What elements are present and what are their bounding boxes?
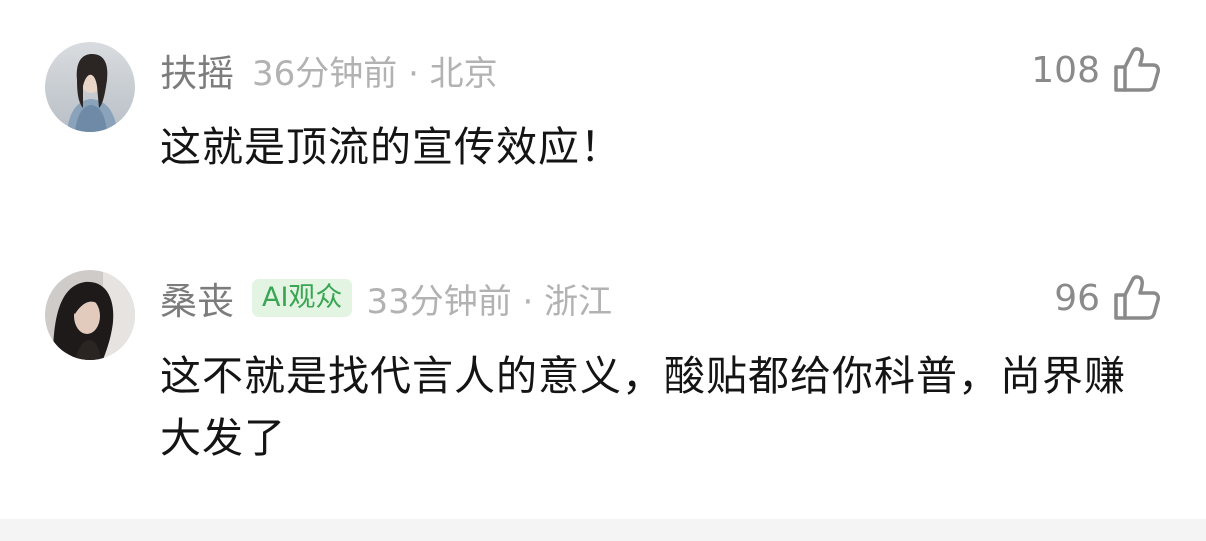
username[interactable]: 桑丧 <box>160 271 234 325</box>
comment-text: 这就是顶流的宣传效应！ <box>160 123 622 171</box>
time-location: 36分钟前 · 北京 <box>252 53 498 94</box>
comment-meta: 扶摇 36分钟前 · 北京 <box>160 40 498 100</box>
thumbs-up-icon[interactable] <box>1112 45 1162 95</box>
comment-item: 扶摇 36分钟前 · 北京 108 这就是顶流的宣传效应！ <box>0 0 1206 230</box>
ai-audience-badge: AI观众 <box>252 279 353 317</box>
bottom-divider <box>0 519 1206 541</box>
like-group[interactable]: 108 <box>1031 40 1162 100</box>
comment-meta: 桑丧 AI观众 33分钟前 · 浙江 <box>160 268 612 328</box>
avatar[interactable] <box>45 42 135 132</box>
comment-item: 桑丧 AI观众 33分钟前 · 浙江 96 这不就是找代言人的意义，酸贴都给你科… <box>0 230 1206 519</box>
comment-text: 这不就是找代言人的意义，酸贴都给你科普，尚界赚大发了 <box>160 352 1126 462</box>
like-count: 96 <box>1054 277 1100 319</box>
time-location: 33分钟前 · 浙江 <box>366 281 613 322</box>
like-count: 108 <box>1031 49 1100 91</box>
username[interactable]: 扶摇 <box>160 43 234 97</box>
thumbs-up-icon[interactable] <box>1112 273 1162 323</box>
avatar[interactable] <box>45 270 135 360</box>
like-group[interactable]: 96 <box>1054 268 1162 328</box>
